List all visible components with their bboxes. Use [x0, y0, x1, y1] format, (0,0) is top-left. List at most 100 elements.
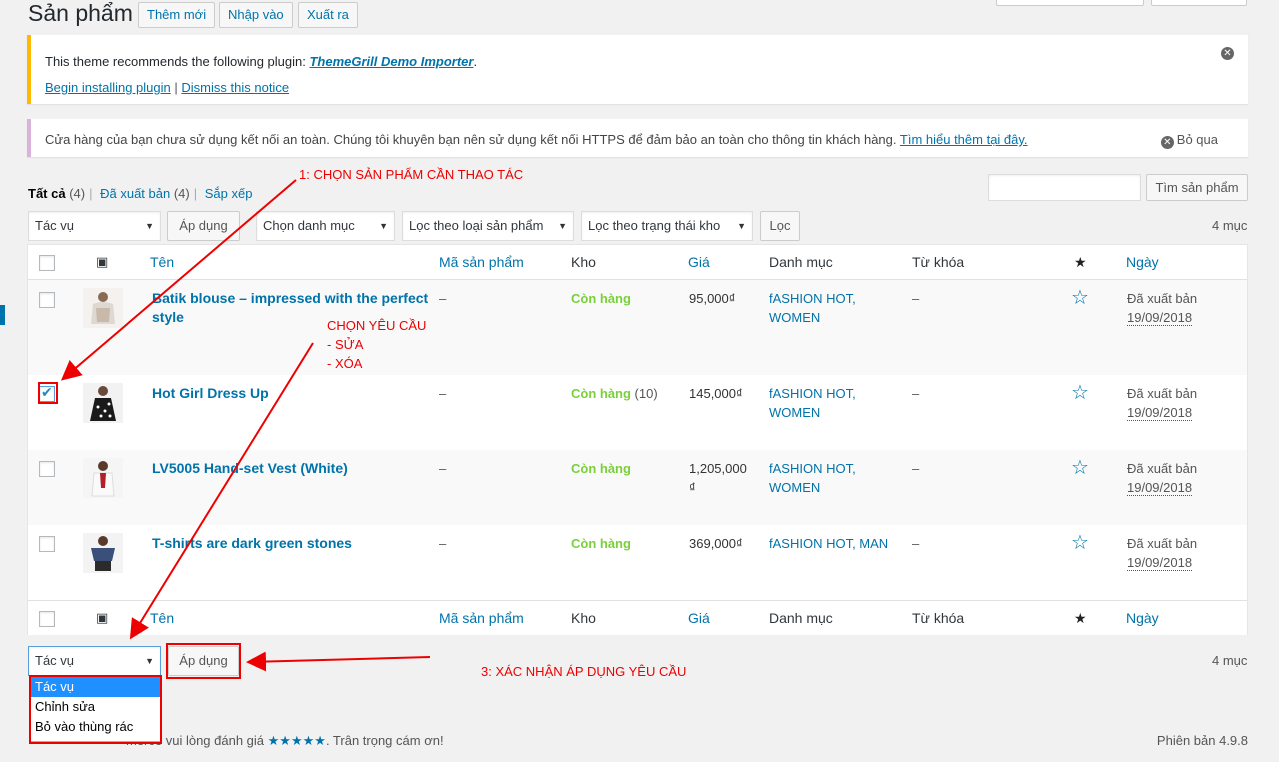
chevron-down-icon: ▼	[737, 221, 746, 231]
column-name[interactable]: Tên	[150, 610, 174, 626]
https-notice: Cửa hàng của bạn chưa sử dụng kết nối an…	[27, 119, 1248, 157]
table-footer-header: ▣ Tên Mã sản phẩm Kho Giá Danh mục Từ kh…	[28, 600, 1247, 635]
column-sku[interactable]: Mã sản phẩm	[439, 254, 524, 270]
close-icon[interactable]: ✕	[1221, 47, 1234, 60]
column-date[interactable]: Ngày	[1126, 254, 1159, 270]
product-thumbnail	[83, 533, 123, 573]
apply-button-top[interactable]: Áp dụng	[167, 211, 240, 241]
product-categories[interactable]: fASHION HOT, MAN	[769, 534, 888, 553]
admin-menu-edge	[0, 305, 5, 325]
close-icon: ✕	[1160, 136, 1174, 149]
product-name-link[interactable]: LV5005 Hand-set Vest (White)	[152, 459, 348, 478]
column-date[interactable]: Ngày	[1126, 610, 1159, 626]
page-title: Sản phẩm	[28, 0, 133, 26]
product-sku: –	[439, 536, 447, 551]
status-views: Tất cả (4) | Đã xuất bản (4) | Sắp xếp	[28, 186, 253, 201]
rating-stars-link[interactable]: ★★★★★	[268, 733, 326, 748]
product-stock: Còn hàng (10)	[571, 386, 658, 401]
product-tags: –	[912, 536, 920, 551]
bulk-action-select-bottom[interactable]: Tác vụ ▼	[28, 646, 161, 676]
featured-star-icon[interactable]: ☆	[1071, 383, 1089, 403]
product-stock: Còn hàng	[571, 291, 631, 306]
chevron-down-icon: ▼	[558, 221, 567, 231]
version-text: Phiên bản 4.9.8	[1156, 733, 1248, 748]
column-stock: Kho	[571, 254, 596, 270]
screen-options-tab[interactable]	[996, 0, 1144, 6]
product-categories[interactable]: fASHION HOT, WOMEN	[769, 289, 856, 327]
stock-status-filter-select[interactable]: Lọc theo trạng thái kho ▼	[581, 211, 753, 241]
view-published[interactable]: Đã xuất bản	[100, 186, 170, 201]
search-input[interactable]	[988, 174, 1141, 201]
column-tags: Từ khóa	[912, 610, 965, 626]
annotation-step2-delete: - XÓA	[327, 356, 363, 371]
product-date: Đã xuất bản 19/09/2018	[1127, 291, 1198, 326]
annotation-step1: 1: CHỌN SẢN PHẨM CẦN THAO TÁC	[299, 167, 524, 182]
product-name-link[interactable]: T-shirts are dark green stones	[152, 534, 352, 553]
product-thumbnail	[83, 458, 123, 498]
row-checkbox[interactable]	[39, 461, 55, 477]
column-sku[interactable]: Mã sản phẩm	[439, 610, 524, 626]
product-tags: –	[912, 386, 920, 401]
product-date: Đã xuất bản 19/09/2018	[1127, 536, 1198, 571]
product-type-filter-select[interactable]: Lọc theo loại sản phẩm ▼	[402, 211, 574, 241]
chevron-down-icon: ▼	[379, 221, 388, 231]
select-all-checkbox[interactable]	[39, 255, 55, 271]
add-new-button[interactable]: Thêm mới	[138, 2, 216, 28]
help-tab[interactable]	[1151, 0, 1247, 6]
export-button[interactable]: Xuất ra	[298, 2, 358, 28]
featured-star-icon[interactable]: ☆	[1071, 533, 1089, 553]
product-categories[interactable]: fASHION HOT, WOMEN	[769, 459, 856, 497]
column-price[interactable]: Giá	[688, 610, 710, 626]
product-date: Đã xuất bản 19/09/2018	[1127, 461, 1198, 496]
chevron-down-icon: ▼	[145, 221, 154, 231]
featured-star-icon[interactable]: ★	[1074, 254, 1087, 271]
begin-installing-link[interactable]: Begin installing plugin	[45, 80, 171, 95]
plugin-notice-text: This theme recommends the following plug…	[45, 54, 478, 69]
table-header: ▣ Tên Mã sản phẩm Kho Giá Danh mục Từ kh…	[28, 245, 1247, 280]
table-row: LV5005 Hand-set Vest (White) – Còn hàng …	[28, 450, 1247, 525]
bulk-action-select-top[interactable]: Tác vụ ▼	[28, 211, 161, 241]
product-tags: –	[912, 461, 920, 476]
annotation-apply-highlight	[166, 643, 241, 679]
select-all-checkbox-bottom[interactable]	[39, 611, 55, 627]
table-row: ✔ Hot Girl Dress Up – Còn hàng (10) 145,…	[28, 375, 1247, 450]
product-price: 369,000₫	[689, 536, 743, 551]
column-name[interactable]: Tên	[150, 254, 174, 270]
image-icon: ▣	[96, 254, 109, 269]
arrow-step3	[246, 651, 431, 672]
annotation-dropdown-highlight	[29, 675, 162, 744]
products-table: ▣ Tên Mã sản phẩm Kho Giá Danh mục Từ kh…	[27, 244, 1248, 635]
items-count-top: 4 mục	[1212, 218, 1248, 233]
annotation-step2-edit: - SỬA	[327, 337, 364, 352]
filter-button[interactable]: Lọc	[760, 211, 800, 241]
chevron-down-icon: ▼	[145, 656, 154, 666]
featured-star-icon[interactable]: ☆	[1071, 458, 1089, 478]
https-dismiss-button[interactable]: ✕ Bỏ qua	[1160, 132, 1218, 149]
column-price[interactable]: Giá	[688, 254, 710, 270]
column-categories: Danh mục	[769, 610, 833, 626]
search-products-button[interactable]: Tìm sản phẩm	[1146, 174, 1248, 201]
row-checkbox[interactable]	[39, 536, 55, 552]
product-price: 1,205,000 ₫	[689, 461, 747, 495]
dismiss-notice-link[interactable]: Dismiss this notice	[181, 80, 289, 95]
plugin-notice-actions: Begin installing plugin | Dismiss this n…	[45, 80, 290, 95]
product-price: 95,000₫	[689, 291, 736, 306]
column-stock: Kho	[571, 610, 596, 626]
plugin-notice: This theme recommends the following plug…	[27, 35, 1248, 104]
featured-star-icon[interactable]: ★	[1074, 610, 1087, 627]
category-filter-select[interactable]: Chọn danh mục ▼	[256, 211, 395, 241]
featured-star-icon[interactable]: ☆	[1071, 288, 1089, 308]
product-name-link[interactable]: Hot Girl Dress Up	[152, 384, 269, 403]
column-tags: Từ khóa	[912, 254, 965, 270]
product-stock: Còn hàng	[571, 461, 631, 476]
items-count-bottom: 4 mục	[1212, 653, 1248, 668]
plugin-link[interactable]: ThemeGrill Demo Importer	[309, 54, 473, 69]
learn-more-link[interactable]: Tìm hiểu thêm tại đây.	[900, 132, 1028, 147]
row-checkbox[interactable]	[39, 292, 55, 308]
annotation-step3: 3: XÁC NHẬN ÁP DỤNG YÊU CẦU	[481, 664, 687, 679]
import-button[interactable]: Nhập vào	[219, 2, 293, 28]
view-sort[interactable]: Sắp xếp	[205, 186, 253, 201]
product-stock: Còn hàng	[571, 536, 631, 551]
view-all[interactable]: Tất cả	[28, 186, 66, 201]
product-categories[interactable]: fASHION HOT, WOMEN	[769, 384, 856, 422]
